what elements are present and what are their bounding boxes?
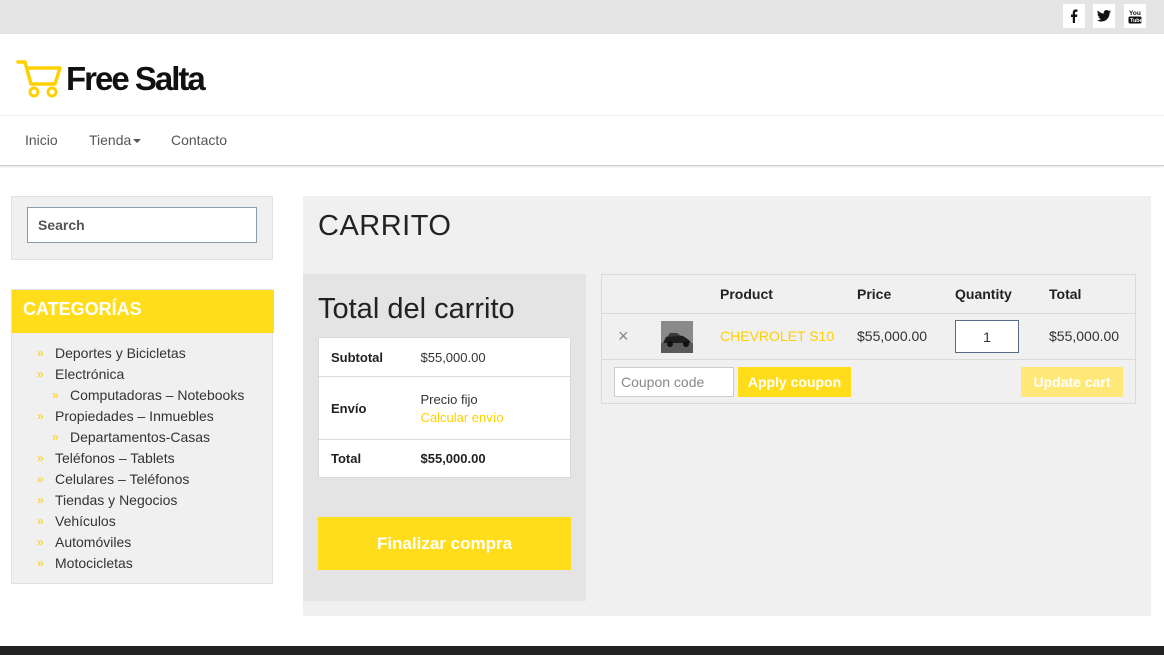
twitter-icon[interactable] — [1093, 4, 1115, 28]
totals-table: Subtotal $55,000.00 Envío Precio fijo Ca… — [318, 337, 571, 478]
update-cart-button[interactable]: Update cart — [1021, 367, 1123, 397]
header-total: Total — [1049, 286, 1082, 302]
total-value: $55,000.00 — [420, 439, 571, 478]
chevron-right-icon: » — [37, 408, 44, 423]
svg-text:You: You — [1129, 10, 1141, 17]
categories-title: CATEGORÍAS — [12, 290, 274, 333]
cart-icon — [16, 60, 62, 98]
category-label: Celulares – Teléfonos — [55, 470, 190, 487]
nav-item-contacto[interactable]: Contacto — [171, 132, 227, 148]
main-nav: Inicio Tienda Contacto — [0, 116, 1164, 166]
subtotal-value: $55,000.00 — [420, 337, 571, 377]
category-item[interactable]: » Departamentos-Casas — [12, 426, 274, 447]
calculate-shipping-link[interactable]: Calcular envío — [421, 410, 571, 425]
table-row: × CHEVROLET S10 $55,000.00 $55,000.00 — [602, 314, 1135, 360]
chevron-right-icon: » — [37, 492, 44, 507]
category-item[interactable]: » Motocicletas — [12, 552, 274, 573]
categories-list: » Deportes y Bicicletas » Electrónica » Compu… — [12, 342, 274, 573]
cart-totals: Total del carrito Subtotal $55,000.00 En… — [303, 274, 586, 601]
category-label: Motocicletas — [55, 554, 133, 571]
product-thumbnail[interactable] — [661, 321, 693, 353]
category-label: Electrónica — [55, 365, 125, 382]
checkout-button[interactable]: Finalizar compra — [318, 517, 571, 570]
category-item[interactable]: » Computadoras – Notebooks — [12, 384, 274, 405]
chevron-right-icon: » — [37, 513, 44, 528]
youtube-icon[interactable]: You Tube — [1124, 4, 1146, 28]
nav-item-tienda-label: Tienda — [89, 132, 132, 148]
product-price: $55,000.00 — [857, 328, 928, 344]
category-item[interactable]: » Teléfonos – Tablets — [12, 447, 274, 468]
category-label: Automóviles — [55, 533, 132, 550]
chevron-right-icon: » — [37, 534, 44, 549]
svg-text:Tube: Tube — [1130, 18, 1142, 24]
chevron-right-icon: » — [52, 429, 59, 444]
caret-down-icon — [133, 139, 142, 144]
category-label: Vehículos — [55, 512, 116, 529]
chevron-right-icon: » — [37, 366, 44, 381]
main-content: CARRITO Total del carrito Subtotal $55,0… — [303, 196, 1151, 616]
category-label: Computadoras – Notebooks — [70, 386, 245, 403]
product-link[interactable]: CHEVROLET S10 — [720, 328, 834, 344]
search-widget — [11, 196, 273, 260]
page-title: CARRITO — [318, 210, 452, 242]
cart-table: Product Price Quantity Total × CHEVROLET… — [601, 274, 1136, 404]
top-bar: You Tube — [0, 0, 1164, 34]
total-row: Total $55,000.00 — [318, 439, 571, 478]
header-price: Price — [857, 286, 892, 302]
category-item[interactable]: » Vehículos — [12, 510, 274, 531]
apply-coupon-button[interactable]: Apply coupon — [738, 367, 851, 397]
header-product: Product — [720, 286, 773, 302]
header-quantity: Quantity — [955, 286, 1012, 302]
line-total: $55,000.00 — [1049, 328, 1120, 344]
chevron-right-icon: » — [52, 387, 59, 402]
chevron-right-icon: » — [37, 471, 44, 486]
logo-text: Free Salta — [66, 59, 206, 97]
total-label: Total — [318, 439, 421, 478]
chevron-right-icon: » — [37, 555, 44, 570]
shipping-value: Precio fijo — [420, 391, 478, 407]
category-item[interactable]: » Celulares – Teléfonos — [12, 468, 274, 489]
cart-table-header: Product Price Quantity Total — [602, 275, 1135, 314]
category-item[interactable]: » Propiedades – Inmuebles — [12, 405, 274, 426]
chevron-right-icon: » — [37, 450, 44, 465]
subtotal-label: Subtotal — [318, 337, 421, 377]
nav-item-inicio[interactable]: Inicio — [25, 132, 58, 148]
category-label: Propiedades – Inmuebles — [55, 407, 214, 424]
category-item[interactable]: » Automóviles — [12, 531, 274, 552]
search-input[interactable] — [27, 207, 257, 243]
site-header: Free Salta — [0, 34, 1164, 116]
category-item[interactable]: » Deportes y Bicicletas — [12, 342, 274, 363]
shipping-cell: Precio fijo Calcular envío — [420, 376, 571, 440]
cart-totals-title: Total del carrito — [318, 293, 515, 325]
category-label: Teléfonos – Tablets — [55, 449, 175, 466]
category-item[interactable]: » Tiendas y Negocios — [12, 489, 274, 510]
shipping-row: Envío Precio fijo Calcular envío — [318, 376, 571, 440]
category-label: Deportes y Bicicletas — [55, 344, 186, 361]
facebook-icon[interactable] — [1063, 4, 1085, 28]
chevron-right-icon: » — [37, 345, 44, 360]
category-item[interactable]: » Electrónica — [12, 363, 274, 384]
nav-item-tienda[interactable]: Tienda — [89, 132, 142, 148]
category-label: Tiendas y Negocios — [55, 491, 178, 508]
quantity-input[interactable] — [955, 320, 1019, 353]
categories-widget: CATEGORÍAS » Deportes y Bicicletas » Electr… — [11, 289, 274, 584]
subtotal-row: Subtotal $55,000.00 — [318, 337, 571, 377]
footer — [0, 646, 1164, 655]
shipping-label: Envío — [318, 376, 421, 440]
category-label: Departamentos-Casas — [70, 428, 211, 445]
site-logo[interactable]: Free Salta — [16, 58, 206, 98]
coupon-input[interactable] — [614, 367, 734, 397]
remove-item-icon[interactable]: × — [618, 326, 629, 347]
